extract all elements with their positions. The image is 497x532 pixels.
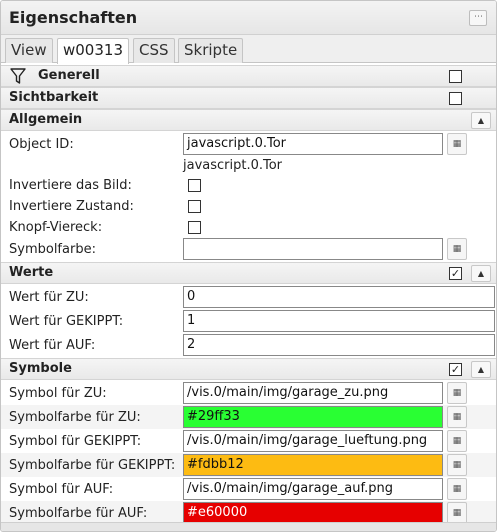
tab-bar: View w00313 CSS Skripte bbox=[1, 35, 496, 64]
list-picker-icon[interactable]: ▦ bbox=[447, 133, 467, 155]
symbol-gekippt-input[interactable]: /vis.0/main/img/garage_lueftung.png bbox=[183, 430, 443, 452]
section-title-werte: Werte bbox=[9, 265, 54, 280]
value-zu-input[interactable]: 0 bbox=[183, 286, 495, 308]
color-auf-input[interactable]: #e60000 bbox=[183, 502, 443, 524]
value-zu-label: Wert für ZU: bbox=[9, 290, 89, 305]
generell-checkbox[interactable] bbox=[449, 70, 462, 83]
symbol-zu-label: Symbol für ZU: bbox=[9, 386, 107, 401]
list-picker-icon[interactable]: ▦ bbox=[447, 430, 467, 452]
properties-panel: Eigenschaften ⋯ View w00313 CSS Skripte … bbox=[0, 0, 497, 532]
horizontal-scrollbar[interactable] bbox=[1, 522, 496, 531]
object-id-input[interactable]: javascript.0.Tor bbox=[183, 133, 443, 155]
invert-state-label: Invertiere Zustand: bbox=[9, 199, 134, 214]
object-id-hint: javascript.0.Tor bbox=[183, 158, 283, 173]
section-sichtbarkeit[interactable]: Sichtbarkeit bbox=[1, 87, 496, 109]
section-generell[interactable]: Generell bbox=[1, 65, 496, 87]
symbol-auf-input[interactable]: /vis.0/main/img/garage_auf.png bbox=[183, 478, 443, 500]
color-gekippt-label: Symbolfarbe für GEKIPPT: bbox=[9, 458, 176, 473]
list-picker-icon[interactable]: ▦ bbox=[447, 502, 467, 524]
value-auf-label: Wert für AUF: bbox=[9, 338, 96, 353]
list-picker-icon[interactable]: ▦ bbox=[447, 454, 467, 476]
section-werte[interactable]: Werte ✓ ▲ bbox=[1, 262, 496, 284]
button-square-label: Knopf-Viereck: bbox=[9, 220, 103, 235]
chevron-up-icon[interactable]: ▲ bbox=[471, 361, 491, 378]
sichtbarkeit-checkbox[interactable] bbox=[449, 92, 462, 105]
value-gekippt-input[interactable]: 1 bbox=[183, 310, 495, 332]
color-zu-input[interactable]: #29ff33 bbox=[183, 406, 443, 428]
color-auf-label: Symbolfarbe für AUF: bbox=[9, 506, 148, 521]
section-symbole[interactable]: Symbole ✓ ▲ bbox=[1, 358, 496, 380]
tab-scripts[interactable]: Skripte bbox=[178, 38, 244, 63]
tab-css[interactable]: CSS bbox=[133, 38, 175, 63]
section-title-symbole: Symbole bbox=[9, 361, 72, 376]
chevron-up-icon[interactable]: ▲ bbox=[471, 265, 491, 282]
list-picker-icon[interactable]: ▦ bbox=[447, 406, 467, 428]
menu-dots-icon[interactable]: ⋯ bbox=[469, 10, 487, 26]
panel-title: Eigenschaften bbox=[9, 8, 138, 27]
symbol-color-label: Symbolfarbe: bbox=[9, 242, 96, 257]
value-auf-input[interactable]: 2 bbox=[183, 334, 495, 356]
list-picker-icon[interactable]: ▦ bbox=[447, 382, 467, 404]
panel-titlebar: Eigenschaften ⋯ bbox=[1, 1, 496, 35]
list-picker-icon[interactable]: ▦ bbox=[447, 238, 467, 260]
color-zu-label: Symbolfarbe für ZU: bbox=[9, 410, 141, 425]
object-id-label: Object ID: bbox=[9, 137, 74, 152]
button-square-checkbox[interactable] bbox=[188, 221, 201, 234]
tab-widget[interactable]: w00313 bbox=[57, 38, 129, 64]
section-title-generell: Generell bbox=[38, 68, 100, 83]
section-title-allgemein: Allgemein bbox=[9, 112, 83, 127]
symbol-zu-input[interactable]: /vis.0/main/img/garage_zu.png bbox=[183, 382, 443, 404]
list-picker-icon[interactable]: ▦ bbox=[447, 478, 467, 500]
invert-image-label: Invertiere das Bild: bbox=[9, 178, 132, 193]
invert-state-checkbox[interactable] bbox=[188, 200, 201, 213]
werte-checkbox[interactable]: ✓ bbox=[449, 267, 462, 280]
symbol-auf-label: Symbol für AUF: bbox=[9, 482, 114, 497]
section-title-sichtbarkeit: Sichtbarkeit bbox=[9, 90, 99, 105]
chevron-up-icon[interactable]: ▲ bbox=[471, 112, 491, 129]
filter-icon bbox=[10, 68, 26, 84]
symbol-gekippt-label: Symbol für GEKIPPT: bbox=[9, 434, 142, 449]
value-gekippt-label: Wert für GEKIPPT: bbox=[9, 314, 124, 329]
symbole-checkbox[interactable]: ✓ bbox=[449, 363, 462, 376]
symbol-color-input[interactable] bbox=[183, 238, 443, 260]
tab-view[interactable]: View bbox=[5, 38, 53, 63]
color-gekippt-input[interactable]: #fdbb12 bbox=[183, 454, 443, 476]
invert-image-checkbox[interactable] bbox=[188, 179, 201, 192]
section-allgemein[interactable]: Allgemein ▲ bbox=[1, 109, 496, 131]
